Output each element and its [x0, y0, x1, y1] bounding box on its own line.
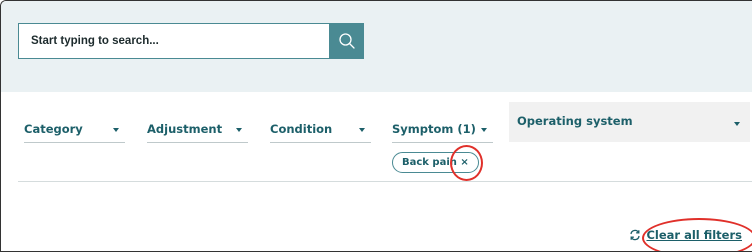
search-button[interactable]: [329, 23, 364, 59]
chevron-down-icon: [359, 128, 365, 132]
condition-dropdown[interactable]: Condition: [270, 114, 371, 143]
divider: [18, 181, 752, 182]
page-frame: Category Adjustment Condition Symptom (1…: [0, 0, 752, 252]
category-dropdown-label: Category: [24, 122, 83, 136]
chevron-down-icon: [236, 128, 242, 132]
clear-all-filters-link[interactable]: Clear all filters: [629, 228, 742, 242]
adjustment-dropdown[interactable]: Adjustment: [147, 114, 248, 143]
chevron-down-icon: [481, 128, 487, 132]
clear-all-filters-label: Clear all filters: [646, 228, 742, 242]
search-box: [18, 23, 329, 59]
operating-system-dropdown[interactable]: Operating system: [509, 102, 750, 142]
chevron-down-icon: [113, 128, 119, 132]
search-icon: [338, 32, 356, 50]
adjustment-dropdown-label: Adjustment: [147, 122, 223, 136]
symptom-dropdown[interactable]: Symptom (1): [392, 114, 493, 143]
search-band: [1, 1, 752, 92]
condition-dropdown-label: Condition: [270, 122, 333, 136]
category-dropdown[interactable]: Category: [24, 114, 125, 143]
refresh-icon: [629, 229, 641, 241]
symptom-dropdown-label: Symptom (1): [392, 122, 476, 136]
search-input[interactable]: [19, 24, 329, 58]
chevron-down-icon: [734, 122, 740, 126]
filter-chip-label: Back pain ×: [402, 157, 469, 168]
filter-bar: Category Adjustment Condition Symptom (1…: [1, 92, 752, 251]
operating-system-dropdown-label: Operating system: [517, 114, 633, 128]
filter-chip-back-pain[interactable]: Back pain ×: [392, 152, 479, 173]
